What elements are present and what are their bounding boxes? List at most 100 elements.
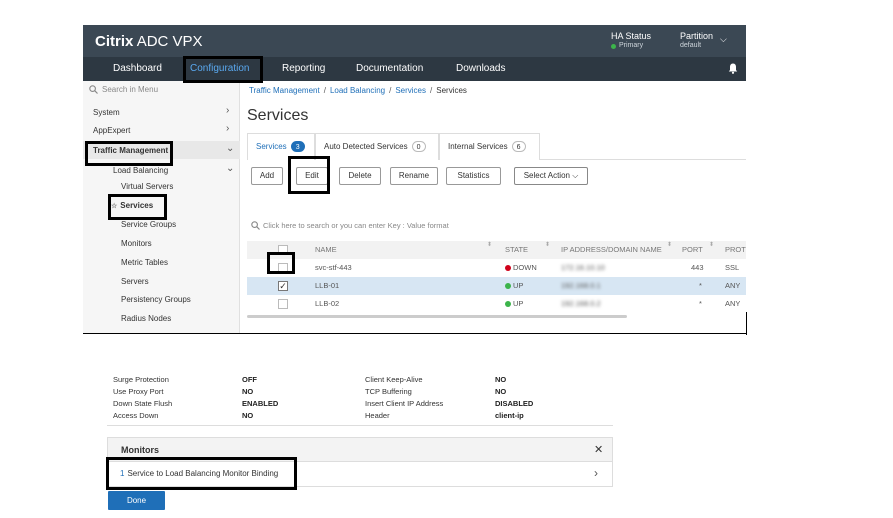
- add-button[interactable]: Add: [251, 167, 283, 185]
- select-action-label: Select Action: [523, 171, 570, 180]
- table-row[interactable]: svc-stf-443 DOWN 172.16.10.10 443 SSL: [247, 259, 746, 277]
- ha-status-value: Primary: [619, 42, 644, 49]
- column-header-state[interactable]: STATE: [505, 241, 528, 259]
- nav-documentation[interactable]: Documentation: [356, 57, 423, 81]
- prop-value: NO: [495, 376, 507, 384]
- chevron-down-icon[interactable]: ⌄: [226, 163, 234, 174]
- prop-value: NO: [242, 387, 254, 396]
- prop-label: Insert Client IP Address: [365, 399, 444, 408]
- bell-icon[interactable]: [728, 63, 738, 74]
- table-row[interactable]: LLB-02 UP 192.168.0.2 * ANY: [247, 295, 746, 313]
- highlight-configuration: [183, 56, 263, 83]
- nav-reporting[interactable]: Reporting: [282, 57, 325, 81]
- partition-selector[interactable]: Partition default: [680, 31, 713, 51]
- tab-auto-detected-services[interactable]: Auto Detected Services 0: [315, 133, 439, 160]
- ha-status-dot: [611, 43, 616, 49]
- sidebar-item-radius-nodes[interactable]: Radius Nodes: [121, 314, 171, 323]
- chevron-down-icon: ⌵: [572, 171, 579, 180]
- prop-value: NO: [242, 411, 254, 420]
- sort-icon[interactable]: ⬍: [667, 241, 672, 248]
- sidebar-item-service-groups[interactable]: Service Groups: [121, 220, 176, 229]
- cell-state-text: DOWN: [513, 263, 537, 272]
- monitors-title: Monitors: [121, 445, 159, 455]
- cell-name: LLB-01: [315, 281, 340, 290]
- tab-internal-services[interactable]: Internal Services 6: [439, 133, 540, 160]
- sidebar-item-system[interactable]: System: [93, 108, 120, 117]
- ha-status-label: HA Status: [611, 31, 652, 41]
- brand-product: ADC VPX: [136, 33, 203, 50]
- main-content: Traffic Management / Load Balancing / Servic…: [241, 81, 746, 333]
- frame-border: [83, 333, 746, 334]
- row-checkbox-checked[interactable]: ✓: [278, 281, 288, 291]
- prop-label: Client Keep-Alive: [365, 376, 423, 384]
- menu-search-input[interactable]: Search in Menu: [89, 85, 158, 94]
- prop-value: ENABLED: [242, 399, 279, 408]
- cell-protocol: ANY: [725, 299, 741, 308]
- select-action-dropdown[interactable]: Select Action ⌵: [514, 167, 588, 185]
- sort-icon[interactable]: ⬍: [545, 241, 550, 248]
- close-icon[interactable]: ✕: [594, 443, 603, 456]
- chevron-down-icon[interactable]: ⌵: [720, 34, 727, 45]
- prop-label: Header: [365, 411, 390, 420]
- sidebar-item-load-balancing[interactable]: Load Balancing: [113, 166, 168, 175]
- tab-internal-label: Internal Services: [448, 142, 508, 151]
- brand-logo: Citrix ADC VPX: [95, 33, 203, 50]
- prop-label: TCP Buffering: [365, 387, 412, 396]
- highlight-monitor-binding: [106, 457, 297, 490]
- column-header-port[interactable]: PORT: [682, 241, 703, 259]
- cell-state: UP: [505, 277, 523, 295]
- table-search-placeholder: Click here to search or you can enter Ke…: [263, 221, 449, 230]
- done-button[interactable]: Done: [108, 491, 165, 510]
- prop-value: DISABLED: [495, 399, 534, 408]
- app-header: Citrix ADC VPX HA Status Primary Partiti…: [83, 25, 746, 57]
- nav-dashboard[interactable]: Dashboard: [113, 57, 162, 81]
- table-search-input[interactable]: Click here to search or you can enter Ke…: [251, 221, 449, 230]
- cell-state-text: UP: [513, 281, 524, 290]
- breadcrumb-services[interactable]: Services: [395, 86, 426, 95]
- search-icon: [251, 221, 260, 230]
- sort-icon[interactable]: ⬍: [487, 241, 492, 248]
- prop-label: Access Down: [113, 411, 159, 420]
- sidebar-item-monitors[interactable]: Monitors: [121, 239, 152, 248]
- cell-port: 443: [691, 263, 704, 272]
- row-checkbox[interactable]: [278, 299, 288, 309]
- table-row-selected[interactable]: ✓ LLB-01 UP 192.168.0.1 * ANY: [247, 277, 746, 295]
- sidebar-item-persistency-groups[interactable]: Persistency Groups: [121, 295, 191, 304]
- prop-value: OFF: [242, 376, 257, 384]
- adc-console-screenshot: Citrix ADC VPX HA Status Primary Partiti…: [83, 25, 746, 333]
- prop-value: NO: [495, 387, 507, 396]
- nav-downloads[interactable]: Downloads: [456, 57, 505, 81]
- sidebar-item-servers[interactable]: Servers: [121, 277, 149, 286]
- cell-ip: 172.16.10.10: [561, 263, 605, 272]
- breadcrumb-traffic-management[interactable]: Traffic Management: [249, 86, 320, 95]
- chevron-down-icon[interactable]: ⌄: [226, 143, 234, 154]
- sidebar-item-virtual-servers[interactable]: Virtual Servers: [121, 182, 173, 191]
- prop-label: Use Proxy Port: [113, 387, 164, 396]
- horizontal-scrollbar[interactable]: [247, 315, 627, 318]
- state-up-icon: [505, 283, 511, 289]
- sort-icon[interactable]: ⬍: [709, 241, 714, 248]
- sidebar-item-metric-tables[interactable]: Metric Tables: [121, 258, 168, 267]
- page-title: Services: [247, 107, 309, 124]
- column-header-protocol[interactable]: PROTO: [725, 241, 746, 259]
- cell-port: *: [699, 299, 702, 308]
- service-detail-screenshot: Surge Protection OFF Use Proxy Port NO D…: [106, 376, 613, 518]
- column-header-ip[interactable]: IP ADDRESS/DOMAIN NAME: [561, 241, 662, 259]
- chevron-right-icon[interactable]: ›: [226, 105, 229, 116]
- menu-search-placeholder: Search in Menu: [102, 85, 159, 94]
- prop-value: client-ip: [495, 411, 524, 420]
- ha-status[interactable]: HA Status Primary: [611, 31, 651, 51]
- column-header-name[interactable]: NAME: [315, 241, 337, 259]
- chevron-right-icon[interactable]: ›: [594, 466, 598, 480]
- rename-button[interactable]: Rename: [390, 167, 438, 185]
- tab-internal-count: 6: [511, 141, 526, 152]
- delete-button[interactable]: Delete: [339, 167, 381, 185]
- chevron-right-icon[interactable]: ›: [226, 123, 229, 134]
- highlight-services: [108, 194, 167, 220]
- highlight-traffic-management: [85, 141, 173, 166]
- breadcrumb-load-balancing[interactable]: Load Balancing: [330, 86, 385, 95]
- statistics-button[interactable]: Statistics: [446, 167, 501, 185]
- tab-auto-detected-label: Auto Detected Services: [324, 142, 408, 151]
- tab-auto-detected-count: 0: [411, 141, 426, 152]
- sidebar-item-appexpert[interactable]: AppExpert: [93, 126, 130, 135]
